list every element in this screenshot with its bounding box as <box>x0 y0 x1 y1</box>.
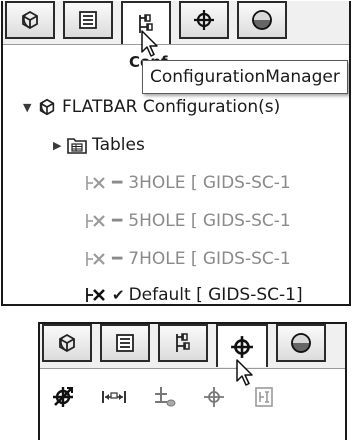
appearance-sphere-icon <box>251 9 273 31</box>
crosshair-icon <box>230 335 254 359</box>
tab-featuremanager[interactable] <box>5 1 55 39</box>
inactive-dash-icon: ━ <box>112 173 123 193</box>
config-item-5hole[interactable]: ━ 5HOLE [ GIDS-SC-1 <box>85 206 291 236</box>
tab-display-manager[interactable] <box>237 1 287 39</box>
configuration-icon <box>173 332 193 354</box>
configuration-manager-panel: Conf ▼ FLATBAR Configuration(s) ▶ Tables… <box>1 1 351 306</box>
tables-label: Tables <box>92 135 145 155</box>
config-item-3hole[interactable]: ━ 3HOLE [ GIDS-SC-1 <box>85 168 291 198</box>
location-dimension-icon[interactable] <box>150 383 178 411</box>
configuration-icon <box>85 175 107 191</box>
configuration-icon <box>85 251 107 267</box>
configuration-icon <box>136 13 156 35</box>
dimxpert-toolbar <box>50 382 278 412</box>
config-root-label: FLATBAR Configuration(s) <box>62 97 281 117</box>
collapse-arrow-icon[interactable]: ▼ <box>23 101 37 114</box>
size-dimension-icon[interactable] <box>100 383 128 411</box>
auto-dimension-icon[interactable] <box>50 383 78 411</box>
config-name: 7HOLE [ GIDS-SC-1 <box>128 249 291 269</box>
tab-dimxpertmanager[interactable] <box>179 1 229 39</box>
tab-dimxpertmanager[interactable] <box>216 324 268 367</box>
tab-propertymanager[interactable] <box>63 1 113 39</box>
table-folder-icon <box>67 136 87 154</box>
expand-arrow-icon[interactable]: ▶ <box>53 139 67 152</box>
configuration-icon <box>85 213 107 229</box>
config-item-default[interactable]: ✔ Default [ GIDS-SC-1] <box>85 280 303 305</box>
manager-tab-bar <box>3 1 349 45</box>
dimxpert-manager-panel <box>38 322 347 440</box>
datum-icon[interactable] <box>200 383 228 411</box>
tab-featuremanager[interactable] <box>42 324 92 362</box>
part-tree-icon <box>56 332 78 354</box>
tab-configurationmanager[interactable] <box>158 324 208 362</box>
tolerance-status-icon[interactable] <box>250 383 278 411</box>
tab-display-manager[interactable] <box>276 324 326 362</box>
manager-tab-bar <box>40 324 345 369</box>
config-item-7hole[interactable]: ━ 7HOLE [ GIDS-SC-1 <box>85 244 291 274</box>
tab-propertymanager[interactable] <box>100 324 150 362</box>
appearance-sphere-icon <box>290 332 312 354</box>
part-tree-icon <box>37 97 57 117</box>
tooltip: ConfigurationManager <box>142 60 348 94</box>
property-list-icon <box>78 10 98 30</box>
config-name: 3HOLE [ GIDS-SC-1 <box>128 173 291 193</box>
inactive-dash-icon: ━ <box>112 249 123 269</box>
crosshair-icon <box>193 9 215 31</box>
tables-row[interactable]: ▶ Tables <box>53 130 145 160</box>
tab-configurationmanager[interactable] <box>121 1 171 44</box>
inactive-dash-icon: ━ <box>112 211 123 231</box>
part-tree-icon <box>19 9 41 31</box>
config-root-row[interactable]: ▼ FLATBAR Configuration(s) <box>23 92 280 122</box>
property-list-icon <box>115 333 135 353</box>
configuration-icon <box>85 287 107 303</box>
config-name: Default [ GIDS-SC-1] <box>128 285 303 305</box>
checkmark-icon: ✔ <box>112 286 125 304</box>
config-name: 5HOLE [ GIDS-SC-1 <box>128 211 291 231</box>
